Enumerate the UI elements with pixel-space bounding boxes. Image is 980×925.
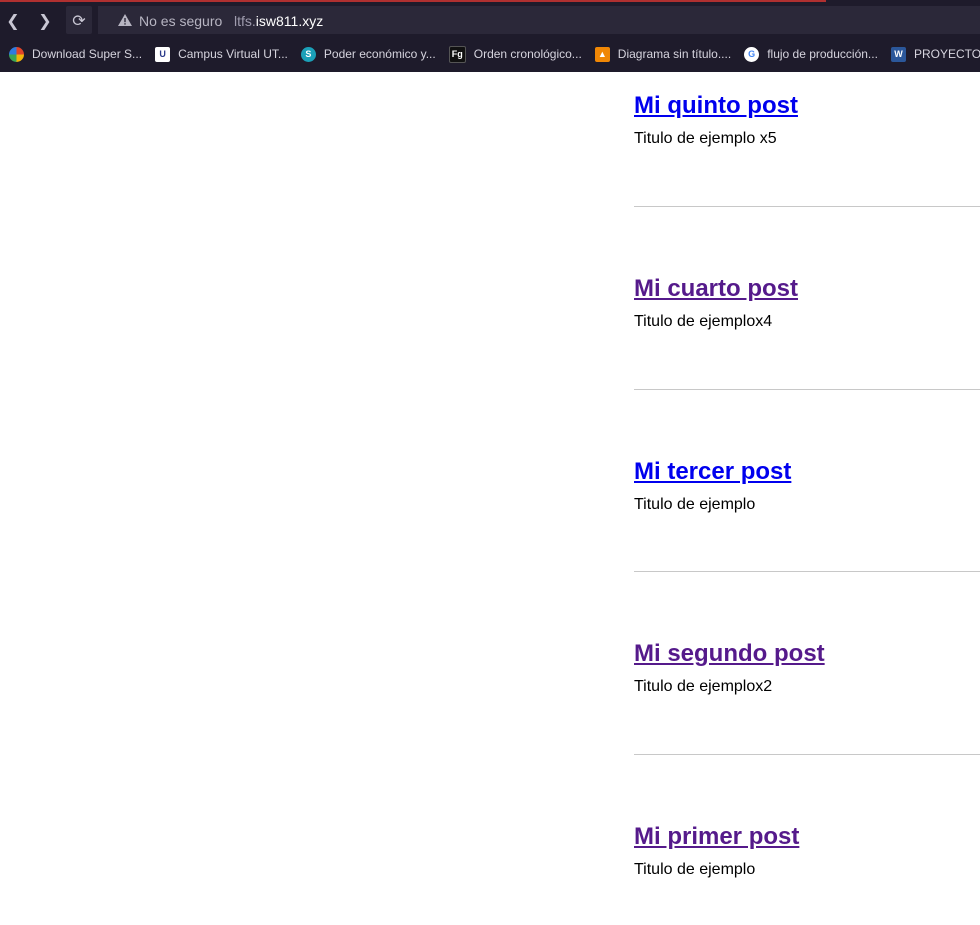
bookmark-campus-virtual[interactable]: U Campus Virtual UT... bbox=[155, 46, 288, 62]
browser-toolbar: ❮ ❯ ⟳ No es seguro ltfs.isw811.xyz bbox=[0, 0, 980, 36]
post-divider bbox=[634, 389, 980, 390]
post-title-link[interactable]: Mi segundo post bbox=[634, 640, 825, 667]
tab-indicator bbox=[0, 0, 826, 2]
reload-icon[interactable]: ⟳ bbox=[66, 6, 92, 34]
google-icon: G bbox=[744, 46, 760, 62]
post-item: Mi quinto post Titulo de ejemplo x5 bbox=[634, 92, 980, 147]
bookmarks-bar: Download Super S... U Campus Virtual UT.… bbox=[0, 36, 980, 72]
post-item: Mi segundo post Titulo de ejemplox2 bbox=[634, 640, 980, 695]
post-title-link[interactable]: Mi quinto post bbox=[634, 92, 798, 119]
post-title: Mi tercer post bbox=[634, 458, 980, 486]
post-title: Mi segundo post bbox=[634, 640, 980, 668]
back-icon[interactable]: ❮ bbox=[0, 6, 26, 34]
post-item: Mi tercer post Titulo de ejemplo bbox=[634, 458, 980, 513]
post-title-link[interactable]: Mi tercer post bbox=[634, 458, 791, 485]
forward-icon[interactable]: ❯ bbox=[32, 6, 58, 34]
post-title: Mi quinto post bbox=[634, 92, 980, 120]
post-item: Mi cuarto post Titulo de ejemplox4 bbox=[634, 275, 980, 330]
bookmark-orden-cronologico[interactable]: Fg Orden cronológico... bbox=[448, 45, 582, 63]
post-item: Mi primer post Titulo de ejemplo bbox=[634, 823, 980, 878]
bookmark-poder-economico[interactable]: S Poder económico y... bbox=[300, 46, 436, 62]
warning-icon bbox=[118, 14, 132, 26]
teal-circle-icon: S bbox=[300, 46, 316, 62]
post-subtitle: Titulo de ejemplox4 bbox=[634, 313, 773, 330]
post-title-link[interactable]: Mi primer post bbox=[634, 823, 799, 850]
post-divider bbox=[634, 206, 980, 207]
bookmark-download-super[interactable]: Download Super S... bbox=[9, 46, 142, 62]
url-text[interactable]: ltfs.isw811.xyz bbox=[234, 6, 323, 36]
word-icon: W bbox=[890, 46, 906, 62]
post-title: Mi primer post bbox=[634, 823, 980, 851]
bookmark-proyecto[interactable]: W PROYECTO DE bbox=[890, 46, 980, 62]
utn-logo-icon: U bbox=[155, 46, 171, 62]
post-subtitle: Titulo de ejemplo bbox=[634, 861, 756, 878]
address-bar[interactable]: No es seguro ltfs.isw811.xyz bbox=[98, 6, 980, 34]
post-subtitle: Titulo de ejemplo bbox=[634, 496, 756, 513]
bookmark-flujo-produccion[interactable]: G flujo de producción... bbox=[744, 46, 878, 62]
bookmark-diagrama[interactable]: ▲ Diagrama sin título.... bbox=[594, 46, 731, 62]
security-label[interactable]: No es seguro bbox=[139, 6, 222, 36]
drawio-icon: ▲ bbox=[594, 46, 610, 62]
post-divider bbox=[634, 571, 980, 572]
colorful-circle-icon bbox=[9, 46, 24, 62]
post-title: Mi cuarto post bbox=[634, 275, 980, 303]
post-divider bbox=[634, 754, 980, 755]
post-title-link[interactable]: Mi cuarto post bbox=[634, 275, 798, 302]
post-subtitle: Titulo de ejemplo x5 bbox=[634, 130, 777, 147]
post-subtitle: Titulo de ejemplox2 bbox=[634, 678, 773, 695]
fg-logo-icon: Fg bbox=[448, 45, 466, 63]
